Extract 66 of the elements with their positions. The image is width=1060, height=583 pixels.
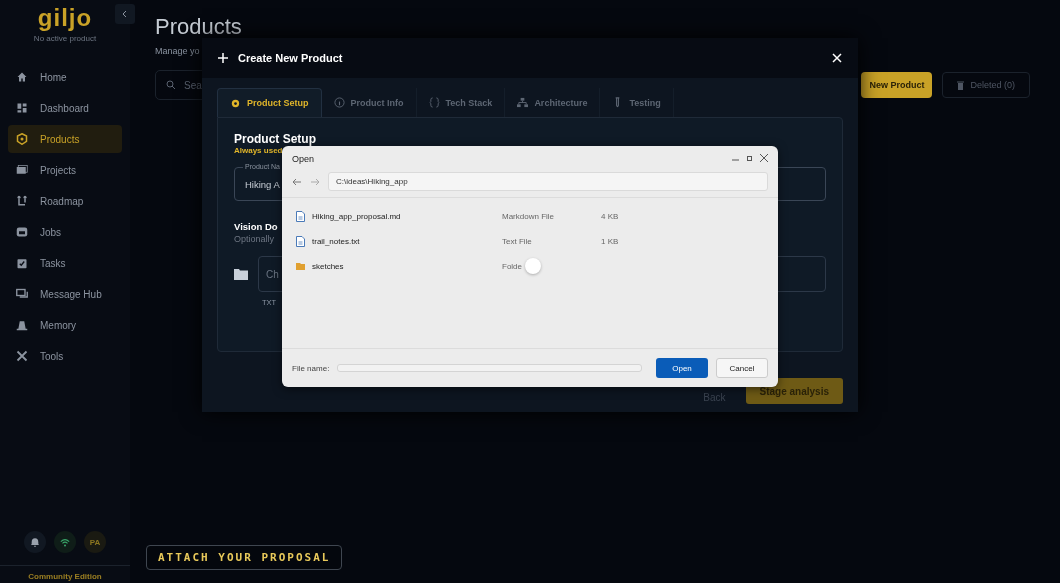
nav-item[interactable]: Jobs: [8, 218, 122, 246]
chevron-left-icon: [121, 10, 129, 18]
dialog-title: Open: [292, 154, 315, 164]
section-heading: Product Setup: [234, 132, 316, 146]
hierarchy-icon: [517, 97, 529, 108]
section-heading: Vision Do: [234, 221, 278, 232]
file-name[interactable]: trail_notes.txt: [312, 237, 360, 246]
file-size: 1 KB: [601, 237, 619, 246]
wifi-icon: [60, 536, 70, 548]
file-type: Folde: [502, 262, 522, 271]
maximize-button[interactable]: [746, 154, 753, 164]
back-arrow-icon[interactable]: [292, 176, 302, 187]
edition-label: Community Edition: [0, 565, 130, 581]
bell-icon: [30, 536, 40, 548]
nav-item[interactable]: Tasks: [8, 249, 122, 277]
nav-item[interactable]: Tools: [8, 342, 122, 370]
nav-item[interactable]: Message Hub: [8, 280, 122, 308]
home-icon: [16, 71, 28, 83]
path-field[interactable]: C:\ideas\Hiking_app: [328, 172, 768, 191]
page-title: Products: [155, 14, 243, 40]
chat-icon: [16, 288, 28, 300]
folder-icon: [234, 268, 248, 280]
logo: giljo: [37, 4, 93, 32]
gear-icon: [230, 97, 241, 109]
tools-icon: [16, 350, 28, 362]
folder-icon: [16, 164, 28, 176]
nav-item[interactable]: Roadmap: [8, 187, 122, 215]
file-size: 4 KB: [601, 212, 619, 221]
file-name-label: File name:: [292, 363, 330, 373]
section-note: Always used: [234, 146, 283, 155]
document-icon: [296, 211, 305, 222]
cancel-button[interactable]: Cancel: [716, 358, 768, 378]
dashboard-icon: [16, 102, 28, 114]
file-type: Markdown File: [502, 212, 554, 221]
info-icon: [333, 97, 345, 108]
document-icon: [296, 236, 305, 247]
modal-title: Create New Product: [238, 52, 343, 64]
checklist-icon: [16, 257, 28, 269]
plus-icon: [218, 53, 228, 63]
file-name-field[interactable]: [337, 364, 642, 372]
bell-button[interactable]: [24, 531, 46, 553]
search-icon: [166, 80, 176, 90]
cube-icon: [16, 133, 28, 145]
close-button[interactable]: [760, 154, 768, 164]
open-button[interactable]: Open: [656, 358, 708, 378]
tab[interactable]: Product Setup: [217, 88, 322, 117]
braces-icon: [428, 97, 440, 108]
status-text: No active product: [32, 34, 98, 43]
roadmap-icon: [16, 195, 28, 207]
folder-icon: [296, 261, 305, 272]
nav-item[interactable]: Dashboard: [8, 94, 122, 122]
page-subtitle: Manage yo: [155, 46, 200, 56]
nav-item[interactable]: Home: [8, 63, 122, 91]
file-name[interactable]: sketches: [312, 262, 344, 271]
caption-banner: ATTACH YOUR PROPOSAL: [146, 545, 343, 570]
user-avatar[interactable]: PA: [84, 531, 106, 553]
new-product-button[interactable]: New Product: [861, 72, 933, 98]
nav-item[interactable]: Projects: [8, 156, 122, 184]
wifi-button[interactable]: [54, 531, 76, 553]
nav-item[interactable]: Products: [8, 125, 122, 153]
trash-icon: [957, 80, 965, 90]
section-note: Optionally: [234, 234, 275, 244]
jobs-icon: [16, 226, 28, 238]
file-name[interactable]: Hiking_app_proposal.md: [312, 212, 401, 221]
nav-item[interactable]: Memory: [8, 311, 122, 339]
file-type: Text File: [502, 237, 532, 246]
